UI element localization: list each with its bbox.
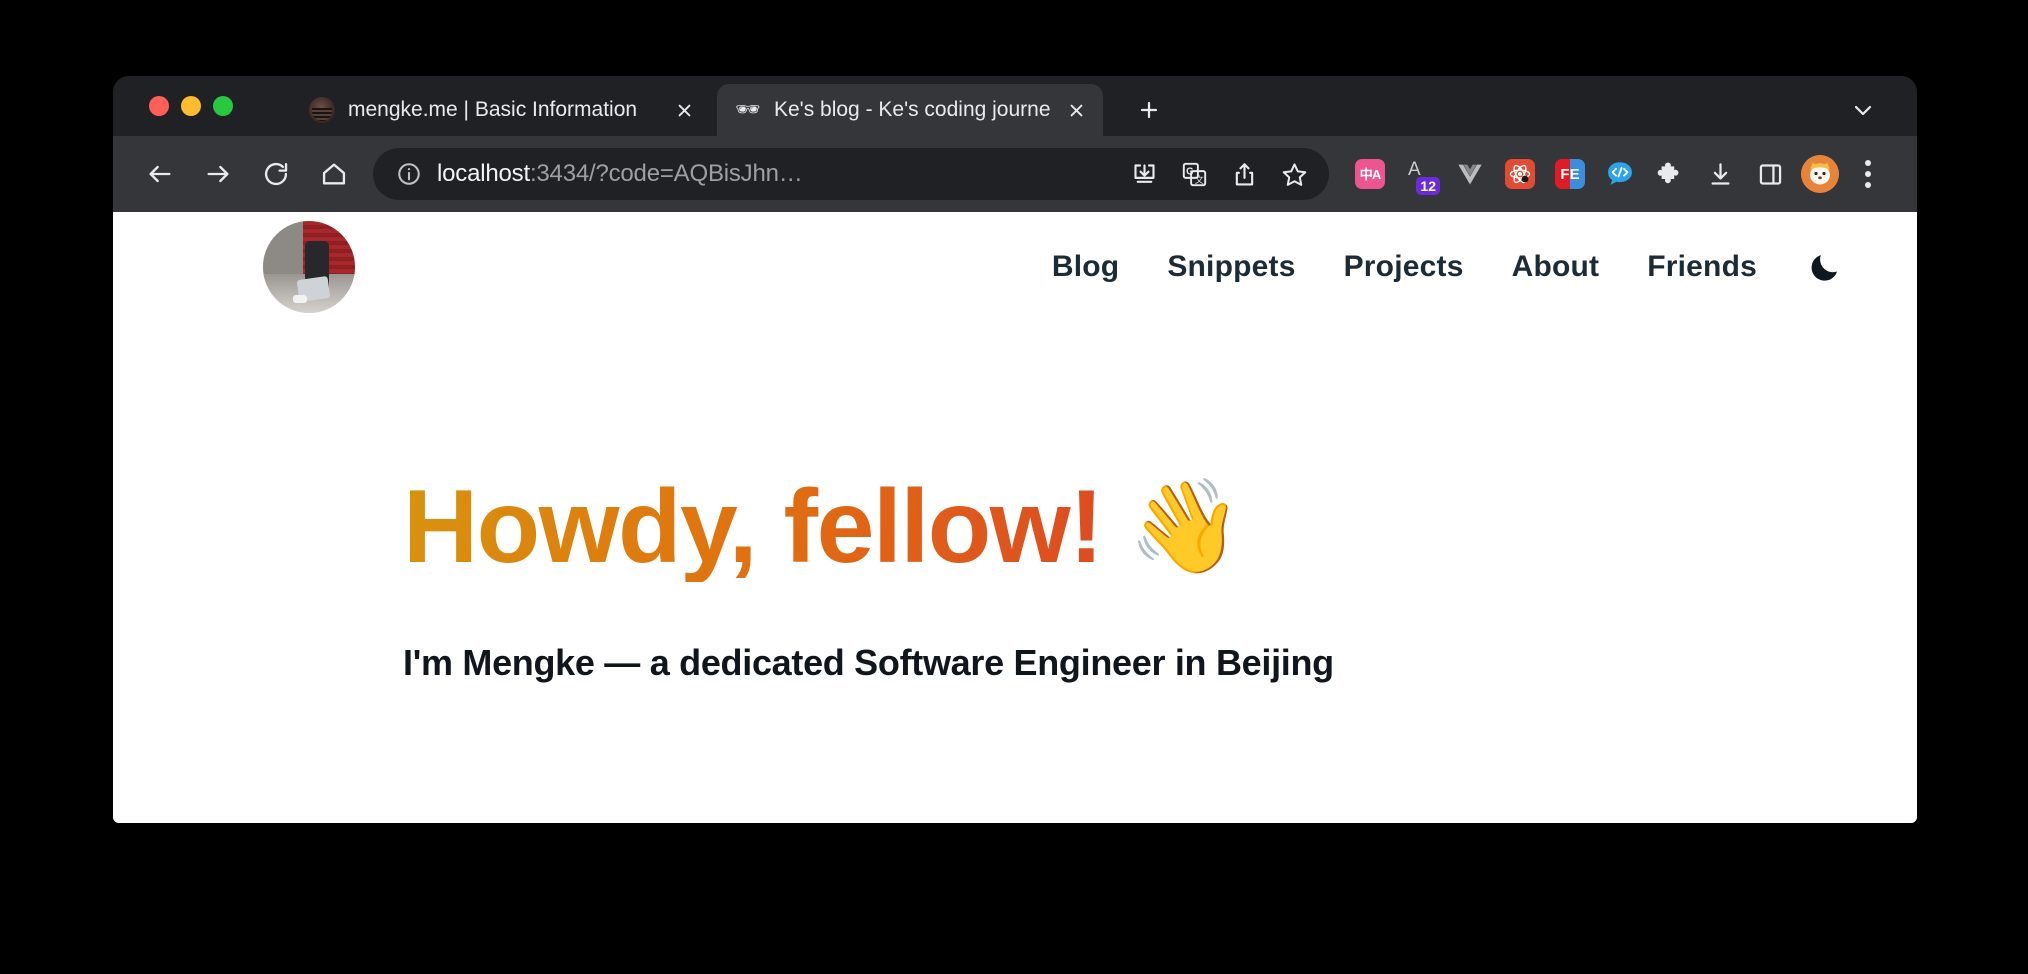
- page-viewport: Blog Snippets Projects About Friends How…: [113, 212, 1917, 823]
- profile-avatar[interactable]: [1801, 155, 1839, 193]
- url-text[interactable]: localhost:3434/?code=AQBisJhn…: [437, 160, 1119, 188]
- puzzle-extensions-icon[interactable]: [1645, 145, 1695, 203]
- mengke-avatar-icon: [309, 97, 335, 123]
- home-button[interactable]: [305, 145, 363, 203]
- install-app-icon[interactable]: [1119, 149, 1169, 199]
- tab-kes-blog[interactable]: 🕶 Ke's blog - Ke's coding journey: [717, 84, 1103, 136]
- window-traffic-lights: [149, 76, 233, 136]
- close-window-button[interactable]: [149, 96, 169, 116]
- badge-extension-icon[interactable]: A 12: [1395, 145, 1445, 203]
- site-nav: Blog Snippets Projects About Friends: [1028, 245, 1857, 289]
- back-button[interactable]: [131, 145, 189, 203]
- nav-item-friends[interactable]: Friends: [1623, 250, 1781, 284]
- tab-title: mengke.me | Basic Information: [348, 98, 638, 121]
- hero-heading-text: Howdy, fellow!: [403, 469, 1104, 585]
- close-icon[interactable]: [1063, 97, 1089, 123]
- bookmark-star-icon[interactable]: [1269, 149, 1319, 199]
- downloads-icon[interactable]: [1695, 145, 1745, 203]
- avatar[interactable]: [263, 221, 355, 313]
- browser-toolbar: localhost:3434/?code=AQBisJhn… G 文 中 A A…: [113, 136, 1917, 212]
- reload-button[interactable]: [247, 145, 305, 203]
- chevron-down-icon[interactable]: [1843, 90, 1883, 130]
- forward-button[interactable]: [189, 145, 247, 203]
- url-host: localhost: [437, 160, 530, 187]
- extension-badge-count: 12: [1416, 176, 1440, 195]
- hero-section: Howdy, fellow! 👋 I'm Mengke — a dedicate…: [113, 322, 1917, 684]
- share-icon[interactable]: [1219, 149, 1269, 199]
- fe-extension-label: FE: [1555, 159, 1585, 189]
- side-panel-icon[interactable]: [1745, 145, 1795, 203]
- chrome-menu-button[interactable]: [1845, 145, 1891, 203]
- site-info-icon[interactable]: [395, 160, 423, 188]
- svg-text:G: G: [1186, 166, 1194, 177]
- browser-window: mengke.me | Basic Information 🕶 Ke's blo…: [113, 76, 1917, 823]
- site-header: Blog Snippets Projects About Friends: [113, 212, 1917, 322]
- moon-icon[interactable]: [1803, 245, 1847, 289]
- page-title: Howdy, fellow! 👋: [403, 472, 1917, 582]
- close-icon[interactable]: [671, 97, 697, 123]
- nav-item-about[interactable]: About: [1488, 250, 1624, 284]
- nav-item-blog[interactable]: Blog: [1028, 250, 1143, 284]
- extensions-area: 中A A 12 FE: [1345, 145, 1891, 203]
- translate-extension-icon[interactable]: 中A: [1345, 145, 1395, 203]
- translate-icon[interactable]: G 文: [1169, 149, 1219, 199]
- tab-mengke-me[interactable]: mengke.me | Basic Information: [291, 84, 711, 136]
- tab-title: Ke's blog - Ke's coding journey: [774, 98, 1050, 121]
- sunglasses-icon: 🕶: [735, 99, 761, 121]
- url-path: :3434/?code=AQBisJhn…: [529, 160, 803, 187]
- react-devtools-icon[interactable]: [1495, 145, 1545, 203]
- fe-extension-icon[interactable]: FE: [1545, 145, 1595, 203]
- new-tab-button[interactable]: [1129, 90, 1169, 130]
- nav-item-snippets[interactable]: Snippets: [1143, 250, 1319, 284]
- waving-hand-icon: 👋: [1128, 476, 1243, 579]
- maximize-window-button[interactable]: [213, 96, 233, 116]
- nav-item-projects[interactable]: Projects: [1320, 250, 1488, 284]
- minimize-window-button[interactable]: [181, 96, 201, 116]
- svg-text:文: 文: [1194, 173, 1203, 184]
- code-chat-extension-icon[interactable]: [1595, 145, 1645, 203]
- address-bar[interactable]: localhost:3434/?code=AQBisJhn… G 文: [373, 148, 1329, 200]
- vue-devtools-icon[interactable]: [1445, 145, 1495, 203]
- hero-subtitle: I'm Mengke — a dedicated Software Engine…: [403, 642, 1334, 684]
- tab-strip: mengke.me | Basic Information 🕶 Ke's blo…: [113, 76, 1917, 136]
